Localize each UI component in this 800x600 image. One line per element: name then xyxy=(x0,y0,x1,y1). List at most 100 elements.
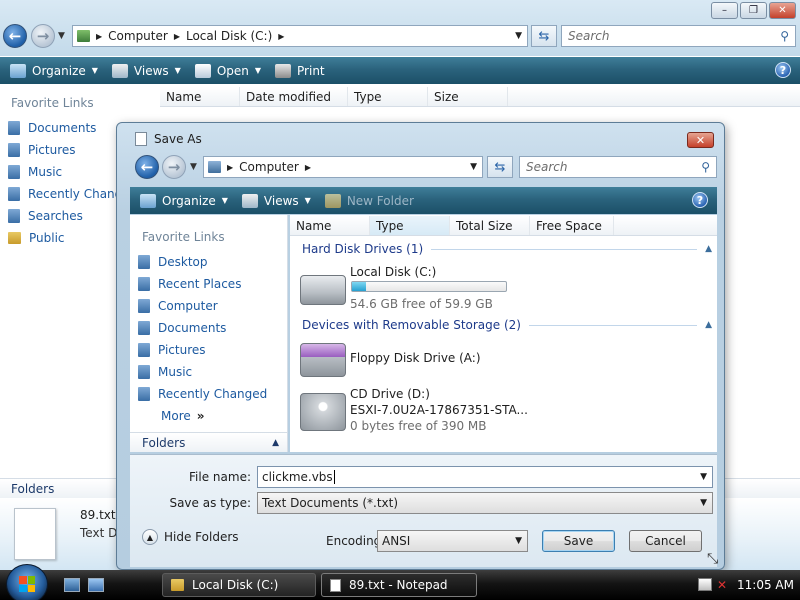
nav-link-label: Public xyxy=(29,231,65,245)
dialog-back-button[interactable]: ← xyxy=(135,155,159,179)
documents-icon xyxy=(138,321,150,335)
dialog-folders-bar[interactable]: Folders ▲ xyxy=(130,432,287,452)
task-label: 89.txt - Notepad xyxy=(349,578,448,592)
nav-link-documents[interactable]: Documents xyxy=(138,321,226,335)
nav-link-desktop[interactable]: Desktop xyxy=(138,255,208,269)
nav-link-recently-changed[interactable]: Recently Changed xyxy=(138,387,267,401)
print-button[interactable]: Print xyxy=(275,57,325,84)
dialog-forward-button[interactable]: → xyxy=(162,155,186,179)
volume-muted-icon[interactable]: ✕ xyxy=(717,578,727,592)
nav-link-documents[interactable]: Documents xyxy=(8,121,96,135)
close-button[interactable]: ✕ xyxy=(769,2,796,19)
cancel-button[interactable]: Cancel xyxy=(629,530,702,552)
start-button[interactable] xyxy=(6,564,48,600)
recent-pages-dropdown[interactable]: ▼ xyxy=(58,31,65,41)
organize-icon xyxy=(140,193,156,208)
column-size[interactable]: Size xyxy=(428,87,508,106)
nav-link-recent-places[interactable]: Recent Places xyxy=(138,277,241,291)
search-icon[interactable]: ⚲ xyxy=(701,160,710,174)
dialog-organize-button[interactable]: Organize ▼ xyxy=(140,187,228,214)
drive-item-cd[interactable]: CD Drive (D:) ESXI-7.0U2A-17867351-STA..… xyxy=(298,383,538,435)
show-desktop-icon[interactable] xyxy=(64,578,80,592)
address-bar[interactable]: ▶ Computer ▶ Local Disk (C:) ▶ ▼ xyxy=(72,25,528,47)
clock[interactable]: 11:05 AM xyxy=(737,578,794,592)
text-file-icon xyxy=(14,508,56,560)
column-name[interactable]: Name xyxy=(160,87,240,106)
column-label: Type xyxy=(354,89,382,104)
notepad-icon xyxy=(330,578,341,592)
dialog-recent-pages-dropdown[interactable]: ▼ xyxy=(190,162,197,172)
breadcrumb-local-disk[interactable]: Local Disk (C:) xyxy=(186,29,272,43)
nav-link-music[interactable]: Music xyxy=(138,365,192,379)
nav-link-music[interactable]: Music xyxy=(8,165,62,179)
nav-link-label: Desktop xyxy=(158,255,208,269)
breadcrumb-computer[interactable]: Computer xyxy=(108,29,168,43)
save-as-type-select[interactable]: Text Documents (*.txt) ▼ xyxy=(257,492,713,514)
drive-item-local-disk[interactable]: Local Disk (C:) 54.6 GB free of 59.9 GB xyxy=(298,261,538,311)
dialog-navigation-pane: Favorite Links Desktop Recent Places Com… xyxy=(130,215,288,452)
group-header-removable-storage[interactable]: Devices with Removable Storage (2) ▲ xyxy=(302,318,712,332)
dialog-column-header: Name Type Total Size Free Space xyxy=(290,216,717,236)
switch-windows-icon[interactable] xyxy=(88,578,104,592)
task-local-disk[interactable]: Local Disk (C:) xyxy=(162,573,316,597)
dialog-search-input[interactable]: Search ⚲ xyxy=(519,156,717,178)
breadcrumb-computer[interactable]: Computer xyxy=(239,160,299,174)
task-notepad[interactable]: 89.txt - Notepad xyxy=(321,573,477,597)
column-total-size[interactable]: Total Size xyxy=(450,216,530,235)
save-button[interactable]: Save xyxy=(542,530,615,552)
taskbar: Local Disk (C:) 89.txt - Notepad ✕ 11:05… xyxy=(0,564,800,600)
network-icon[interactable] xyxy=(698,578,712,591)
search-icon[interactable]: ⚲ xyxy=(780,29,789,43)
cd-drive-icon xyxy=(300,393,346,431)
column-type[interactable]: Type xyxy=(348,87,428,106)
dialog-refresh-button[interactable]: ⇆ xyxy=(487,156,513,178)
column-type[interactable]: Type xyxy=(370,216,450,235)
dialog-address-bar[interactable]: ▶ Computer ▶ ▼ xyxy=(203,156,483,178)
refresh-button[interactable]: ⇆ xyxy=(531,25,557,47)
nav-link-computer[interactable]: Computer xyxy=(138,299,218,313)
help-button[interactable]: ? xyxy=(775,62,791,78)
organize-button[interactable]: Organize ▼ xyxy=(10,57,98,84)
dialog-close-button[interactable]: ✕ xyxy=(687,132,714,148)
nav-link-more[interactable]: More » xyxy=(161,409,205,423)
windows-logo-icon xyxy=(19,576,35,592)
dialog-help-button[interactable]: ? xyxy=(692,192,708,208)
nav-link-pictures[interactable]: Pictures xyxy=(8,143,76,157)
hide-folders-button[interactable]: ▲ Hide Folders xyxy=(142,529,239,545)
dialog-views-button[interactable]: Views ▼ xyxy=(241,187,311,214)
open-button[interactable]: Open ▼ xyxy=(194,57,261,84)
hard-drive-icon xyxy=(300,275,346,305)
search-input[interactable]: Search ⚲ xyxy=(561,25,796,47)
explorer-toolbar: Organize ▼ Views ▼ Open ▼ Print ? xyxy=(0,57,800,84)
address-dropdown-icon[interactable]: ▼ xyxy=(515,31,522,41)
back-button[interactable]: ← xyxy=(3,24,27,48)
minimize-button[interactable]: – xyxy=(711,2,738,19)
column-name[interactable]: Name xyxy=(290,216,370,235)
breadcrumb-separator-icon: ▶ xyxy=(227,162,234,172)
maximize-button[interactable]: ❐ xyxy=(740,2,767,19)
file-name-input[interactable]: clickme.vbs ▼ xyxy=(257,466,713,488)
back-arrow-icon: ← xyxy=(140,158,154,176)
column-free-space[interactable]: Free Space xyxy=(530,216,614,235)
nav-link-pictures[interactable]: Pictures xyxy=(138,343,206,357)
column-date-modified[interactable]: Date modified xyxy=(240,87,348,106)
folders-label: Folders xyxy=(142,435,186,450)
documents-icon xyxy=(8,121,20,135)
drive-item-floppy[interactable]: Floppy Disk Drive (A:) xyxy=(298,337,538,377)
address-dropdown-icon[interactable]: ▼ xyxy=(470,162,477,172)
printer-icon xyxy=(275,63,292,78)
nav-link-searches[interactable]: Searches xyxy=(8,209,83,223)
views-button[interactable]: Views ▼ xyxy=(111,57,181,84)
resize-grip-icon[interactable]: ⤡ xyxy=(707,551,718,567)
chevron-down-icon: ▼ xyxy=(700,498,707,508)
chevron-down-icon[interactable]: ▼ xyxy=(700,472,707,482)
forward-button[interactable]: → xyxy=(31,24,55,48)
group-divider xyxy=(528,324,698,326)
nav-link-label: Recent Places xyxy=(158,277,242,291)
nav-link-public[interactable]: Public xyxy=(8,231,65,245)
group-header-hard-disk-drives[interactable]: Hard Disk Drives (1) ▲ xyxy=(302,242,712,256)
new-folder-button[interactable]: New Folder xyxy=(324,187,414,214)
close-icon: ✕ xyxy=(695,133,706,147)
restore-icon: ❐ xyxy=(749,5,758,16)
encoding-select[interactable]: ANSI ▼ xyxy=(377,530,528,552)
